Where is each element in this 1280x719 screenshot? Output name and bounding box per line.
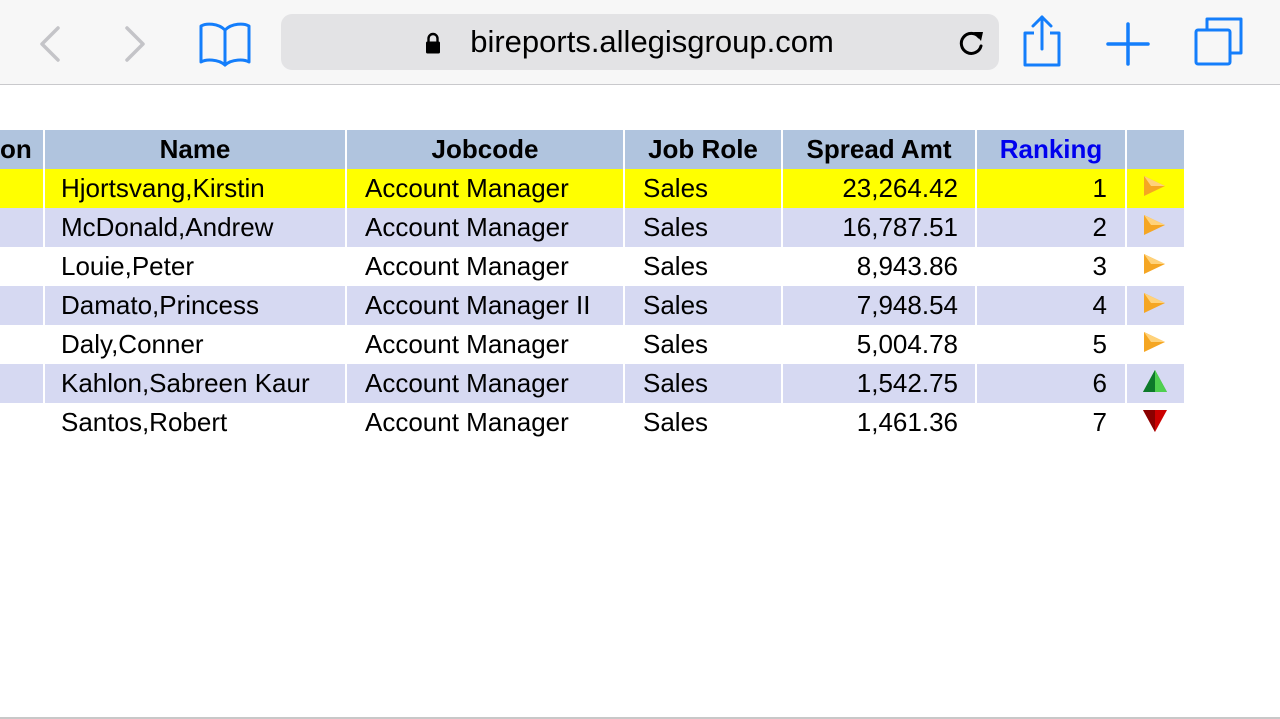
cell-ranking: 7 [975, 403, 1125, 442]
cell-ranking: 3 [975, 247, 1125, 286]
cell-spread-amt: 7,948.54 [781, 286, 975, 325]
column-header-job-role[interactable]: Job Role [623, 129, 781, 169]
cell-name: Louie,Peter [43, 247, 345, 286]
cell-trend [1125, 403, 1184, 442]
flat-arrow-icon [1142, 213, 1166, 246]
cell-ranking: 5 [975, 325, 1125, 364]
cell-jobcode: Account Manager [345, 325, 623, 364]
cell-spread-amt: 1,461.36 [781, 403, 975, 442]
cell-job-role: Sales [623, 169, 781, 208]
forward-icon[interactable] [121, 24, 149, 64]
column-header-jobcode[interactable]: Jobcode [345, 129, 623, 169]
cell-name: Kahlon,Sabreen Kaur [43, 364, 345, 403]
tabs-icon[interactable] [1193, 16, 1245, 68]
cell-name: Santos,Robert [43, 403, 345, 442]
table-cell-truncated [0, 208, 43, 247]
bookmarks-icon[interactable] [198, 20, 252, 68]
cell-name: Damato,Princess [43, 286, 345, 325]
cell-name: Daly,Conner [43, 325, 345, 364]
spread-ranking-table: on Name Jobcode Job Role Spread Amt Rank… [0, 129, 1184, 442]
cell-spread-amt: 1,542.75 [781, 364, 975, 403]
cell-job-role: Sales [623, 247, 781, 286]
reload-icon[interactable] [957, 28, 985, 63]
flat-arrow-icon [1142, 252, 1166, 285]
cell-spread-amt: 23,264.42 [781, 169, 975, 208]
cell-jobcode: Account Manager II [345, 286, 623, 325]
cell-jobcode: Account Manager [345, 247, 623, 286]
cell-trend [1125, 247, 1184, 286]
up-arrow-icon [1142, 369, 1168, 402]
cell-ranking: 1 [975, 169, 1125, 208]
down-arrow-icon [1142, 408, 1168, 441]
cell-jobcode: Account Manager [345, 364, 623, 403]
cell-job-role: Sales [623, 364, 781, 403]
column-header-truncated: on [0, 129, 43, 169]
back-icon[interactable] [36, 24, 64, 64]
cell-job-role: Sales [623, 286, 781, 325]
cell-name: McDonald,Andrew [43, 208, 345, 247]
cell-spread-amt: 8,943.86 [781, 247, 975, 286]
cell-name: Hjortsvang,Kirstin [43, 169, 345, 208]
table-row: Damato,Princess Account Manager II Sales… [0, 286, 1184, 325]
table-row: Santos,Robert Account Manager Sales 1,46… [0, 403, 1184, 442]
cell-job-role: Sales [623, 208, 781, 247]
cell-job-role: Sales [623, 325, 781, 364]
table-row: Hjortsvang,Kirstin Account Manager Sales… [0, 169, 1184, 208]
table-cell-truncated [0, 364, 43, 403]
cell-spread-amt: 16,787.51 [781, 208, 975, 247]
share-icon[interactable] [1021, 14, 1063, 68]
table-row: Kahlon,Sabreen Kaur Account Manager Sale… [0, 364, 1184, 403]
cell-jobcode: Account Manager [345, 208, 623, 247]
column-header-name[interactable]: Name [43, 129, 345, 169]
cell-spread-amt: 5,004.78 [781, 325, 975, 364]
table-cell-truncated [0, 247, 43, 286]
cell-jobcode: Account Manager [345, 403, 623, 442]
table-cell-truncated [0, 325, 43, 364]
cell-trend [1125, 325, 1184, 364]
cell-ranking: 6 [975, 364, 1125, 403]
cell-ranking: 2 [975, 208, 1125, 247]
table-row: Daly,Conner Account Manager Sales 5,004.… [0, 325, 1184, 364]
table-row: McDonald,Andrew Account Manager Sales 16… [0, 208, 1184, 247]
cell-trend [1125, 286, 1184, 325]
browser-toolbar: bireports.allegisgroup.com [0, 0, 1280, 85]
column-header-ranking[interactable]: Ranking [975, 129, 1125, 169]
flat-arrow-icon [1142, 174, 1166, 207]
table-cell-truncated [0, 169, 43, 208]
address-bar[interactable]: bireports.allegisgroup.com [281, 14, 999, 70]
cell-trend [1125, 364, 1184, 403]
cell-jobcode: Account Manager [345, 169, 623, 208]
cell-trend [1125, 208, 1184, 247]
flat-arrow-icon [1142, 330, 1166, 363]
url-text: bireports.allegisgroup.com [470, 24, 834, 59]
cell-trend [1125, 169, 1184, 208]
new-tab-icon[interactable] [1106, 22, 1150, 66]
table-row: Louie,Peter Account Manager Sales 8,943.… [0, 247, 1184, 286]
header-row: on Name Jobcode Job Role Spread Amt Rank… [0, 129, 1184, 169]
cell-ranking: 4 [975, 286, 1125, 325]
column-header-spread-amt[interactable]: Spread Amt [781, 129, 975, 169]
column-header-trend [1125, 129, 1184, 169]
flat-arrow-icon [1142, 291, 1166, 324]
cell-job-role: Sales [623, 403, 781, 442]
table-cell-truncated [0, 403, 43, 442]
table-cell-truncated [0, 286, 43, 325]
